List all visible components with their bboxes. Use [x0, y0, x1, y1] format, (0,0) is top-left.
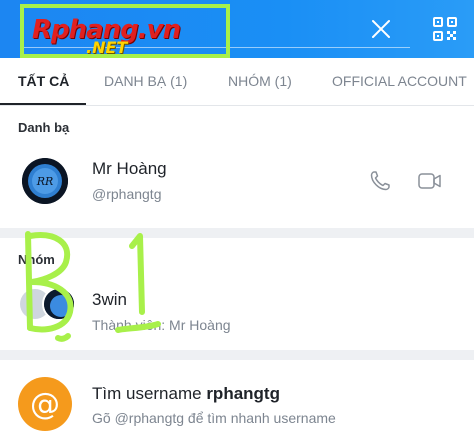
find-username-prefix: Tìm username [92, 384, 207, 403]
tab-groups[interactable]: NHÓM (1) [228, 58, 292, 106]
watermark-text-bottom: .NET [86, 38, 128, 57]
active-tab-indicator [0, 103, 86, 105]
voice-call-button[interactable] [368, 169, 392, 193]
tab-all[interactable]: TẤT CẢ [18, 58, 69, 106]
groups-section-title: Nhóm [18, 252, 55, 267]
tab-contacts[interactable]: DANH BẠ (1) [104, 58, 187, 106]
group-member-avatar [42, 287, 76, 321]
result-tabs: TẤT CẢ DANH BẠ (1) NHÓM (1) OFFICIAL ACC… [0, 58, 474, 106]
group-avatar [20, 285, 76, 325]
contact-username: @rphangtg [92, 186, 162, 202]
at-sign-icon: @ [18, 377, 72, 431]
find-username-label: Tìm username rphangtg [92, 384, 280, 404]
tab-official-account[interactable]: OFFICIAL ACCOUNT [332, 58, 467, 106]
find-username-query: rphangtg [206, 384, 280, 403]
section-divider [0, 350, 474, 360]
qr-code-icon [433, 17, 457, 41]
video-camera-icon [418, 173, 441, 189]
section-divider [0, 228, 474, 238]
clear-search-button[interactable] [366, 14, 396, 44]
phone-icon [370, 171, 390, 191]
contact-row[interactable]: RR Mr Hoàng @rphangtg [0, 146, 474, 216]
group-members: Thành viên: Mr Hoàng [92, 317, 231, 333]
qr-scan-button[interactable] [430, 14, 460, 44]
contacts-section-title: Danh bạ [18, 120, 70, 135]
video-call-button[interactable] [417, 169, 443, 193]
find-username-hint: Gõ @rphangtg để tìm nhanh username [92, 410, 336, 426]
contact-name: Mr Hoàng [92, 159, 167, 178]
watermark-logo: Rphang.vn .NET [20, 4, 230, 58]
avatar: RR [22, 158, 68, 204]
search-header: Rphang.vn .NET [0, 0, 474, 58]
avatar-monogram: RR [36, 175, 54, 188]
close-icon [372, 20, 390, 38]
search-screen: Rphang.vn .NET TẤT CẢ DANH BẠ (1) NHÓM (… [0, 0, 474, 442]
group-name: 3win [92, 290, 127, 309]
